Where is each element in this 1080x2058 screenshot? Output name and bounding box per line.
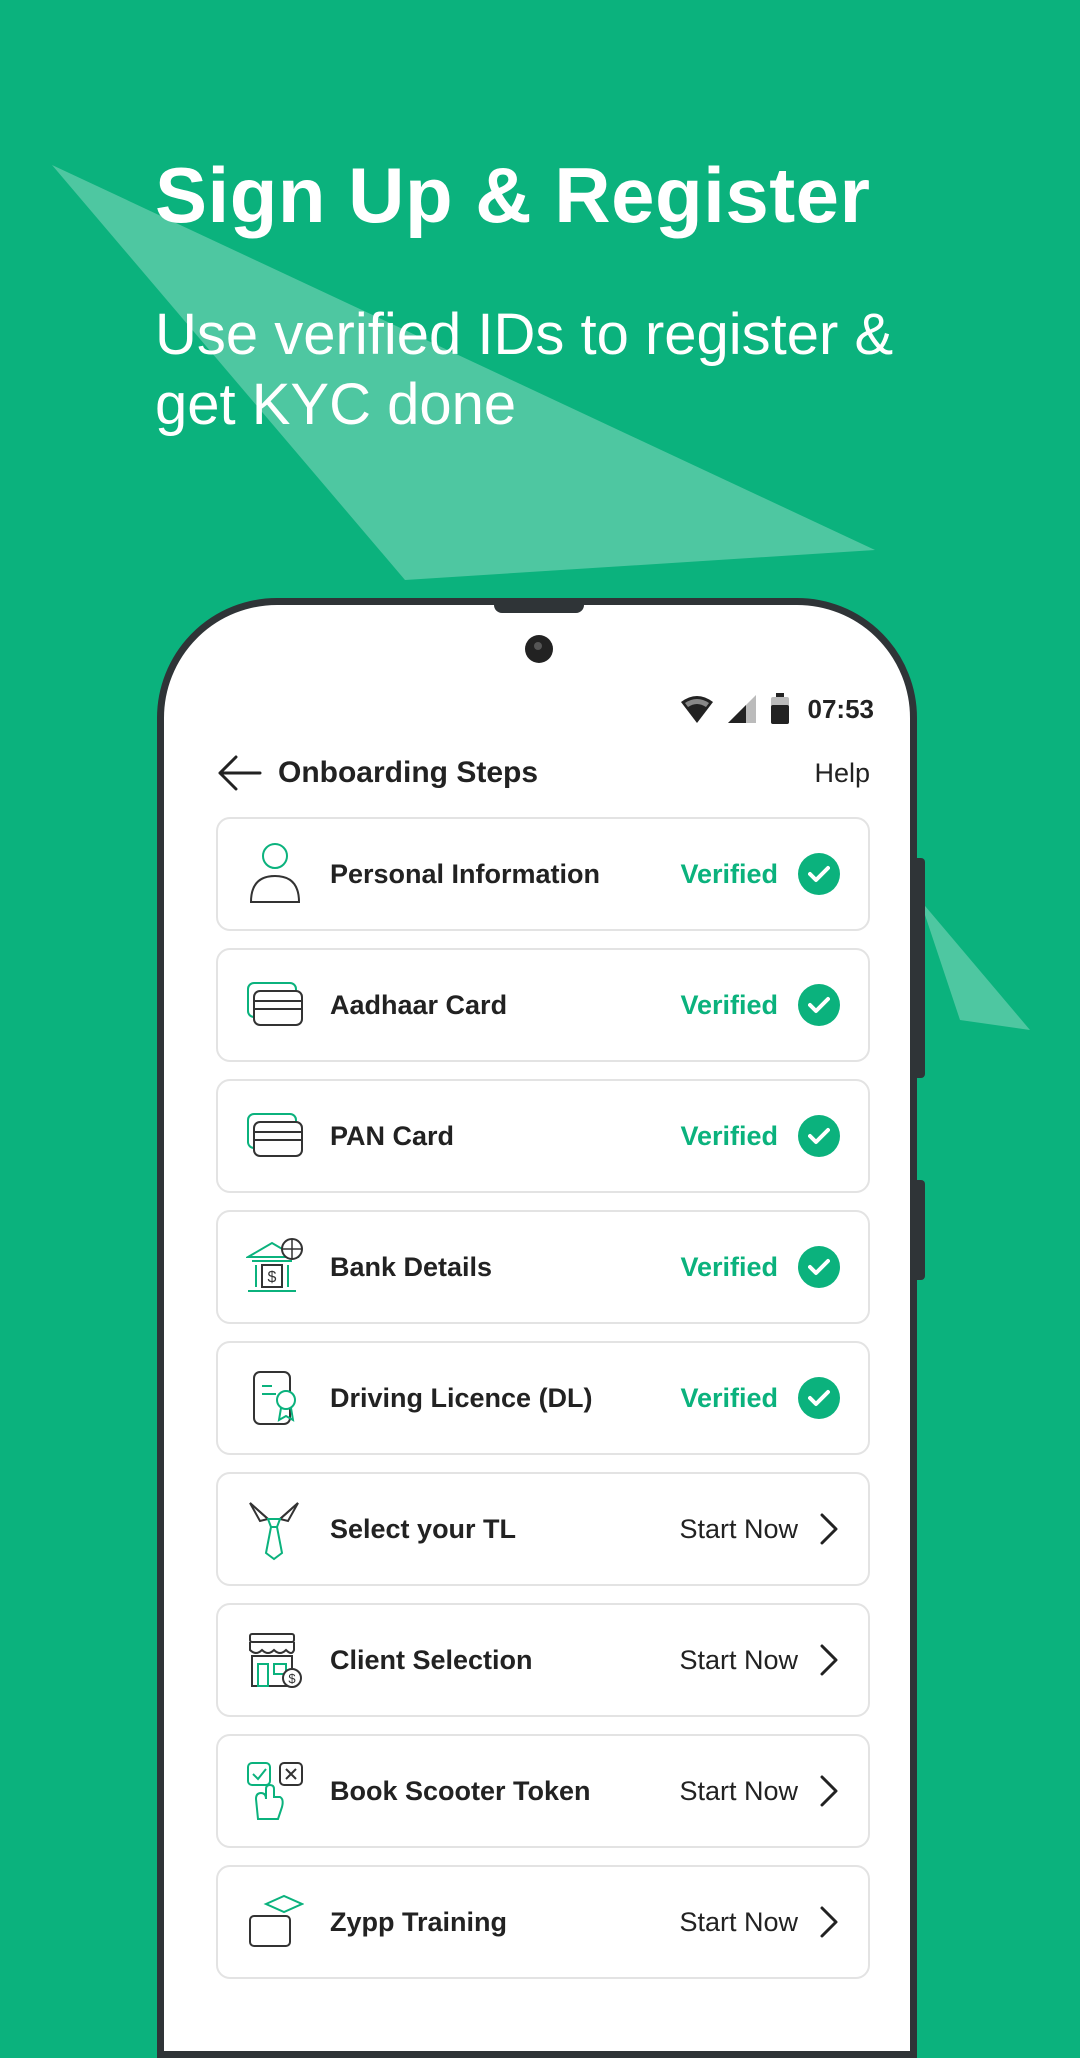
step-pan-card[interactable]: PAN Card Verified <box>216 1079 870 1193</box>
phone-mockup: 07:53 Onboarding Steps Help Personal Inf… <box>157 598 917 2058</box>
step-label: Driving Licence (DL) <box>330 1382 593 1413</box>
step-bank-details[interactable]: $ Bank Details Verified <box>216 1210 870 1324</box>
step-aadhaar-card[interactable]: Aadhaar Card Verified <box>216 948 870 1062</box>
headline: Sign Up & Register <box>155 151 871 239</box>
status-bar: 07:53 <box>680 689 875 729</box>
start-now-link[interactable]: Start Now <box>679 1514 798 1545</box>
hand-select-icon <box>247 1762 303 1820</box>
page-title: Onboarding Steps <box>278 756 539 789</box>
status-badge: Verified <box>680 1382 778 1413</box>
status-badge: Verified <box>680 1251 778 1282</box>
chevron-right-icon[interactable] <box>818 1774 840 1808</box>
step-client-selection[interactable]: $ Client Selection Start Now <box>216 1603 870 1717</box>
step-select-tl[interactable]: Select your TL Start Now <box>216 1472 870 1586</box>
start-now-link[interactable]: Start Now <box>679 1645 798 1676</box>
step-label: Bank Details <box>330 1251 493 1282</box>
camera-icon <box>525 635 553 663</box>
signal-icon <box>727 695 756 723</box>
status-time: 07:53 <box>807 693 875 724</box>
wifi-icon <box>680 696 713 723</box>
battery-icon <box>770 693 789 724</box>
phone-power-button <box>917 858 925 1078</box>
help-link[interactable]: Help <box>814 758 870 789</box>
arrow-left-icon[interactable] <box>214 753 264 793</box>
step-label: Select your TL <box>330 1513 517 1544</box>
store-icon: $ <box>249 1633 302 1688</box>
step-book-scooter-token[interactable]: Book Scooter Token Start Now <box>216 1734 870 1848</box>
id-card-icon <box>247 1113 303 1157</box>
licence-icon <box>253 1371 296 1425</box>
step-label: Client Selection <box>330 1644 533 1675</box>
tie-icon <box>249 1502 299 1561</box>
status-badge: Verified <box>680 1120 778 1151</box>
chevron-right-icon[interactable] <box>818 1643 840 1677</box>
step-label: PAN Card <box>330 1120 455 1151</box>
subheadline: Use verified IDs to register & get KYC d… <box>155 302 894 437</box>
step-label: Aadhaar Card <box>330 989 508 1020</box>
bank-icon: $ <box>246 1238 303 1292</box>
check-circle-icon <box>798 1377 840 1419</box>
start-now-link[interactable]: Start Now <box>679 1907 798 1938</box>
person-icon <box>249 843 301 903</box>
training-icon <box>249 1894 304 1947</box>
svg-text:$: $ <box>268 1269 277 1286</box>
status-badge: Verified <box>680 858 778 889</box>
check-circle-icon <box>798 1246 840 1288</box>
step-label: Book Scooter Token <box>330 1775 591 1806</box>
step-zypp-training[interactable]: Zypp Training Start Now <box>216 1865 870 1979</box>
phone-notch <box>494 605 584 613</box>
step-label: Zypp Training <box>330 1906 508 1937</box>
chevron-right-icon[interactable] <box>818 1905 840 1939</box>
step-label: Personal Information <box>330 858 601 889</box>
status-badge: Verified <box>680 989 778 1020</box>
phone-volume-button <box>917 1180 925 1280</box>
chevron-right-icon[interactable] <box>818 1512 840 1546</box>
step-personal-information[interactable]: Personal Information Verified <box>216 817 870 931</box>
step-driving-licence[interactable]: Driving Licence (DL) Verified <box>216 1341 870 1455</box>
check-circle-icon <box>798 853 840 895</box>
svg-text:$: $ <box>288 1671 296 1686</box>
start-now-link[interactable]: Start Now <box>679 1776 798 1807</box>
check-circle-icon <box>798 984 840 1026</box>
top-app-bar: Onboarding Steps Help <box>214 745 870 801</box>
onboarding-steps-list: Personal Information Verified Aadhaar Ca… <box>216 817 870 1996</box>
check-circle-icon <box>798 1115 840 1157</box>
id-card-icon <box>247 982 303 1026</box>
